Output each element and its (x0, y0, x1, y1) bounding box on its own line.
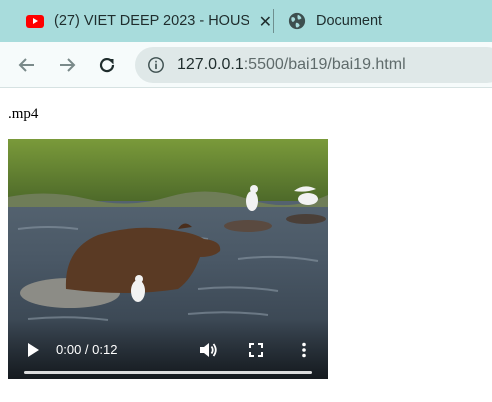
back-arrow-icon (18, 58, 34, 72)
reload-button[interactable] (95, 53, 119, 77)
play-icon (28, 343, 39, 357)
fullscreen-button[interactable] (245, 339, 267, 361)
video-player[interactable]: 0:00 / 0:12 (8, 139, 328, 379)
tab-title: Document (316, 13, 383, 29)
tab-youtube[interactable]: (27) VIET DEEP 2023 - HOUSE LAK ✕ (0, 0, 272, 42)
address-bar[interactable]: 127.0.0.1:5500/bai19/bai19.html (135, 47, 492, 83)
tab-separator (273, 9, 274, 33)
play-button[interactable] (22, 339, 44, 361)
url-text: 127.0.0.1:5500/bai19/bai19.html (177, 56, 406, 74)
progress-bar[interactable] (24, 371, 312, 374)
tab-title: (27) VIET DEEP 2023 - HOUSE LAK (54, 13, 249, 29)
more-vertical-icon (302, 342, 306, 358)
toolbar: 127.0.0.1:5500/bai19/bai19.html (0, 42, 492, 88)
site-info-icon[interactable] (147, 56, 165, 74)
globe-icon (288, 12, 306, 30)
url-path: :5500/bai19/bai19.html (243, 56, 406, 73)
page-text: .mp4 (8, 106, 39, 122)
video-controls: 0:00 / 0:12 (8, 319, 328, 379)
close-icon[interactable]: ✕ (259, 12, 272, 31)
fullscreen-icon (249, 343, 263, 357)
url-host: 127.0.0.1 (177, 56, 244, 73)
back-button[interactable] (15, 53, 39, 77)
time-display: 0:00 / 0:12 (56, 342, 118, 357)
reload-icon (99, 58, 115, 73)
youtube-icon (26, 14, 44, 28)
volume-icon (200, 343, 217, 357)
tab-document[interactable]: Document (276, 0, 492, 42)
forward-button[interactable] (55, 53, 79, 77)
more-options-button[interactable] (293, 339, 315, 361)
forward-arrow-icon (60, 58, 76, 72)
tab-strip: (27) VIET DEEP 2023 - HOUSE LAK ✕ Docume… (0, 0, 492, 42)
volume-button[interactable] (197, 339, 219, 361)
